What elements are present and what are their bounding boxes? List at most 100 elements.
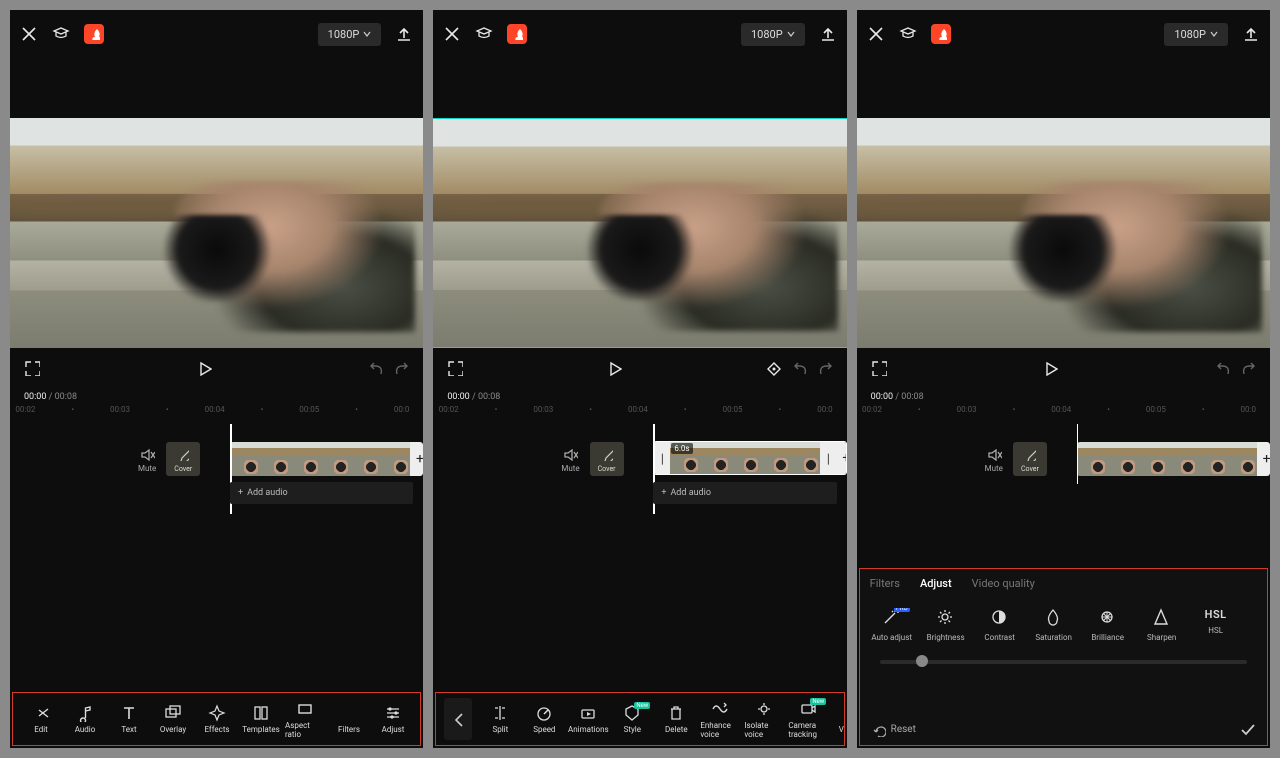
export-icon[interactable]	[395, 25, 413, 43]
timeline[interactable]: Mute ❘ ❘ + 6.0s + Add audio	[433, 424, 846, 524]
flame-icon[interactable]	[507, 24, 527, 44]
play-button[interactable]	[606, 360, 622, 376]
adjust-sharpen[interactable]: Sharpen	[1140, 608, 1184, 642]
back-button[interactable]	[444, 698, 472, 740]
tool-isolate[interactable]: Isolate voice	[744, 700, 784, 739]
tool-edit[interactable]: Edit	[21, 704, 61, 734]
mute-button[interactable]: Mute	[138, 446, 156, 473]
tutorial-icon[interactable]	[899, 25, 917, 43]
fullscreen-icon[interactable]	[24, 360, 40, 376]
tool-overlay[interactable]: Overlay	[153, 704, 193, 734]
flame-icon[interactable]	[84, 24, 104, 44]
resolution-dropdown[interactable]: 1080P	[1164, 23, 1228, 46]
confirm-button[interactable]	[1239, 720, 1255, 739]
tool-label: Filters	[338, 725, 360, 734]
play-button[interactable]	[1042, 360, 1058, 376]
tool-filters[interactable]: Filters	[329, 704, 369, 734]
timeline[interactable]: Mute + + Add audio	[10, 424, 423, 524]
video-clip[interactable]: +	[1077, 442, 1270, 476]
keyframe-icon[interactable]	[765, 360, 781, 376]
export-icon[interactable]	[819, 25, 837, 43]
adjust-label: Brilliance	[1091, 633, 1124, 642]
adjust-label: Saturation	[1035, 633, 1072, 642]
play-button[interactable]	[196, 360, 212, 376]
resolution-dropdown[interactable]: 1080P	[318, 23, 382, 46]
mute-button[interactable]: Mute	[985, 446, 1003, 473]
tutorial-icon[interactable]	[475, 25, 493, 43]
undo-button[interactable]	[367, 360, 383, 376]
timecode: 00:00 / 00:08	[857, 388, 1270, 402]
tab-video-quality[interactable]: Video quality	[972, 577, 1035, 590]
video-preview[interactable]	[433, 118, 846, 348]
timeline[interactable]: Mute +	[857, 424, 1270, 504]
tool-stickers[interactable]: Stickers	[417, 704, 421, 734]
adjust-auto[interactable]: PROAuto adjust	[870, 608, 914, 642]
add-clip-button[interactable]: +	[410, 442, 423, 476]
adjust-contrast[interactable]: Contrast	[978, 608, 1022, 642]
tool-split[interactable]: Split	[480, 704, 520, 734]
tool-label: Animations	[568, 725, 609, 734]
adjust-slider[interactable]	[880, 660, 1247, 664]
timecode: 00:00 / 00:08	[433, 388, 846, 402]
undo-button[interactable]	[791, 360, 807, 376]
mute-button[interactable]: Mute	[561, 446, 579, 473]
export-icon[interactable]	[1242, 25, 1260, 43]
fullscreen-icon[interactable]	[871, 360, 887, 376]
chevron-down-icon	[787, 30, 795, 38]
cover-button[interactable]	[166, 442, 200, 476]
tutorial-icon[interactable]	[52, 25, 70, 43]
video-clip[interactable]: +	[230, 442, 423, 476]
volume-icon	[843, 704, 844, 722]
close-icon[interactable]	[867, 25, 885, 43]
reset-button[interactable]: Reset	[872, 723, 916, 737]
add-audio-button[interactable]: + Add audio	[230, 482, 413, 504]
undo-button[interactable]	[1214, 360, 1230, 376]
tool-audio[interactable]: Audio	[65, 704, 105, 734]
video-preview[interactable]	[857, 118, 1270, 348]
adjust-brilliance[interactable]: Brilliance	[1086, 608, 1130, 642]
video-preview[interactable]	[10, 118, 423, 348]
playhead[interactable]	[1077, 424, 1079, 484]
flame-icon[interactable]	[931, 24, 951, 44]
clip-handle-left[interactable]: ❘	[654, 442, 670, 474]
tool-label: Delete	[665, 725, 688, 734]
adjust-brightness[interactable]: Brightness	[924, 608, 968, 642]
adjust-saturation[interactable]: Saturation	[1032, 608, 1076, 642]
tool-enhance[interactable]: Enhance voice	[700, 700, 740, 739]
sharpen-icon	[1152, 608, 1172, 628]
overlay-icon	[164, 704, 182, 722]
tool-text[interactable]: Text	[109, 704, 149, 734]
tab-filters[interactable]: Filters	[870, 577, 900, 590]
resolution-dropdown[interactable]: 1080P	[741, 23, 805, 46]
add-clip-button[interactable]: +	[1257, 442, 1270, 476]
adjust-hsl[interactable]: HSLHSL	[1194, 608, 1238, 642]
play-controls	[10, 348, 423, 388]
cover-button[interactable]	[1013, 442, 1047, 476]
tool-camtrack[interactable]: NewCamera tracking	[788, 700, 828, 739]
tab-adjust[interactable]: Adjust	[920, 577, 952, 590]
close-icon[interactable]	[443, 25, 461, 43]
tool-volume[interactable]: Volume	[832, 704, 844, 734]
redo-button[interactable]	[1240, 360, 1256, 376]
tool-style[interactable]: NewStyle	[612, 704, 652, 734]
tool-effects[interactable]: Effects	[197, 704, 237, 734]
top-bar: 1080P	[857, 10, 1270, 58]
tool-adjust[interactable]: Adjust	[373, 704, 413, 734]
add-audio-button[interactable]: + Add audio	[653, 482, 836, 504]
clip-handle-right[interactable]: ❘	[820, 442, 836, 474]
tool-templates[interactable]: Templates	[241, 704, 281, 734]
tool-speed[interactable]: Speed	[524, 704, 564, 734]
tool-label: Overlay	[160, 725, 186, 734]
redo-button[interactable]	[393, 360, 409, 376]
tool-label: Speed	[533, 725, 555, 734]
adjust-graphs[interactable]: Graphs	[1248, 608, 1257, 642]
tool-anim[interactable]: Animations	[568, 704, 608, 734]
close-icon[interactable]	[20, 25, 38, 43]
tool-aspect[interactable]: Aspect ratio	[285, 700, 325, 739]
add-clip-button[interactable]: +	[836, 442, 846, 474]
fullscreen-icon[interactable]	[447, 360, 463, 376]
redo-button[interactable]	[817, 360, 833, 376]
tool-label: Audio	[75, 725, 96, 734]
cover-button[interactable]	[590, 442, 624, 476]
tool-delete[interactable]: Delete	[656, 704, 696, 734]
